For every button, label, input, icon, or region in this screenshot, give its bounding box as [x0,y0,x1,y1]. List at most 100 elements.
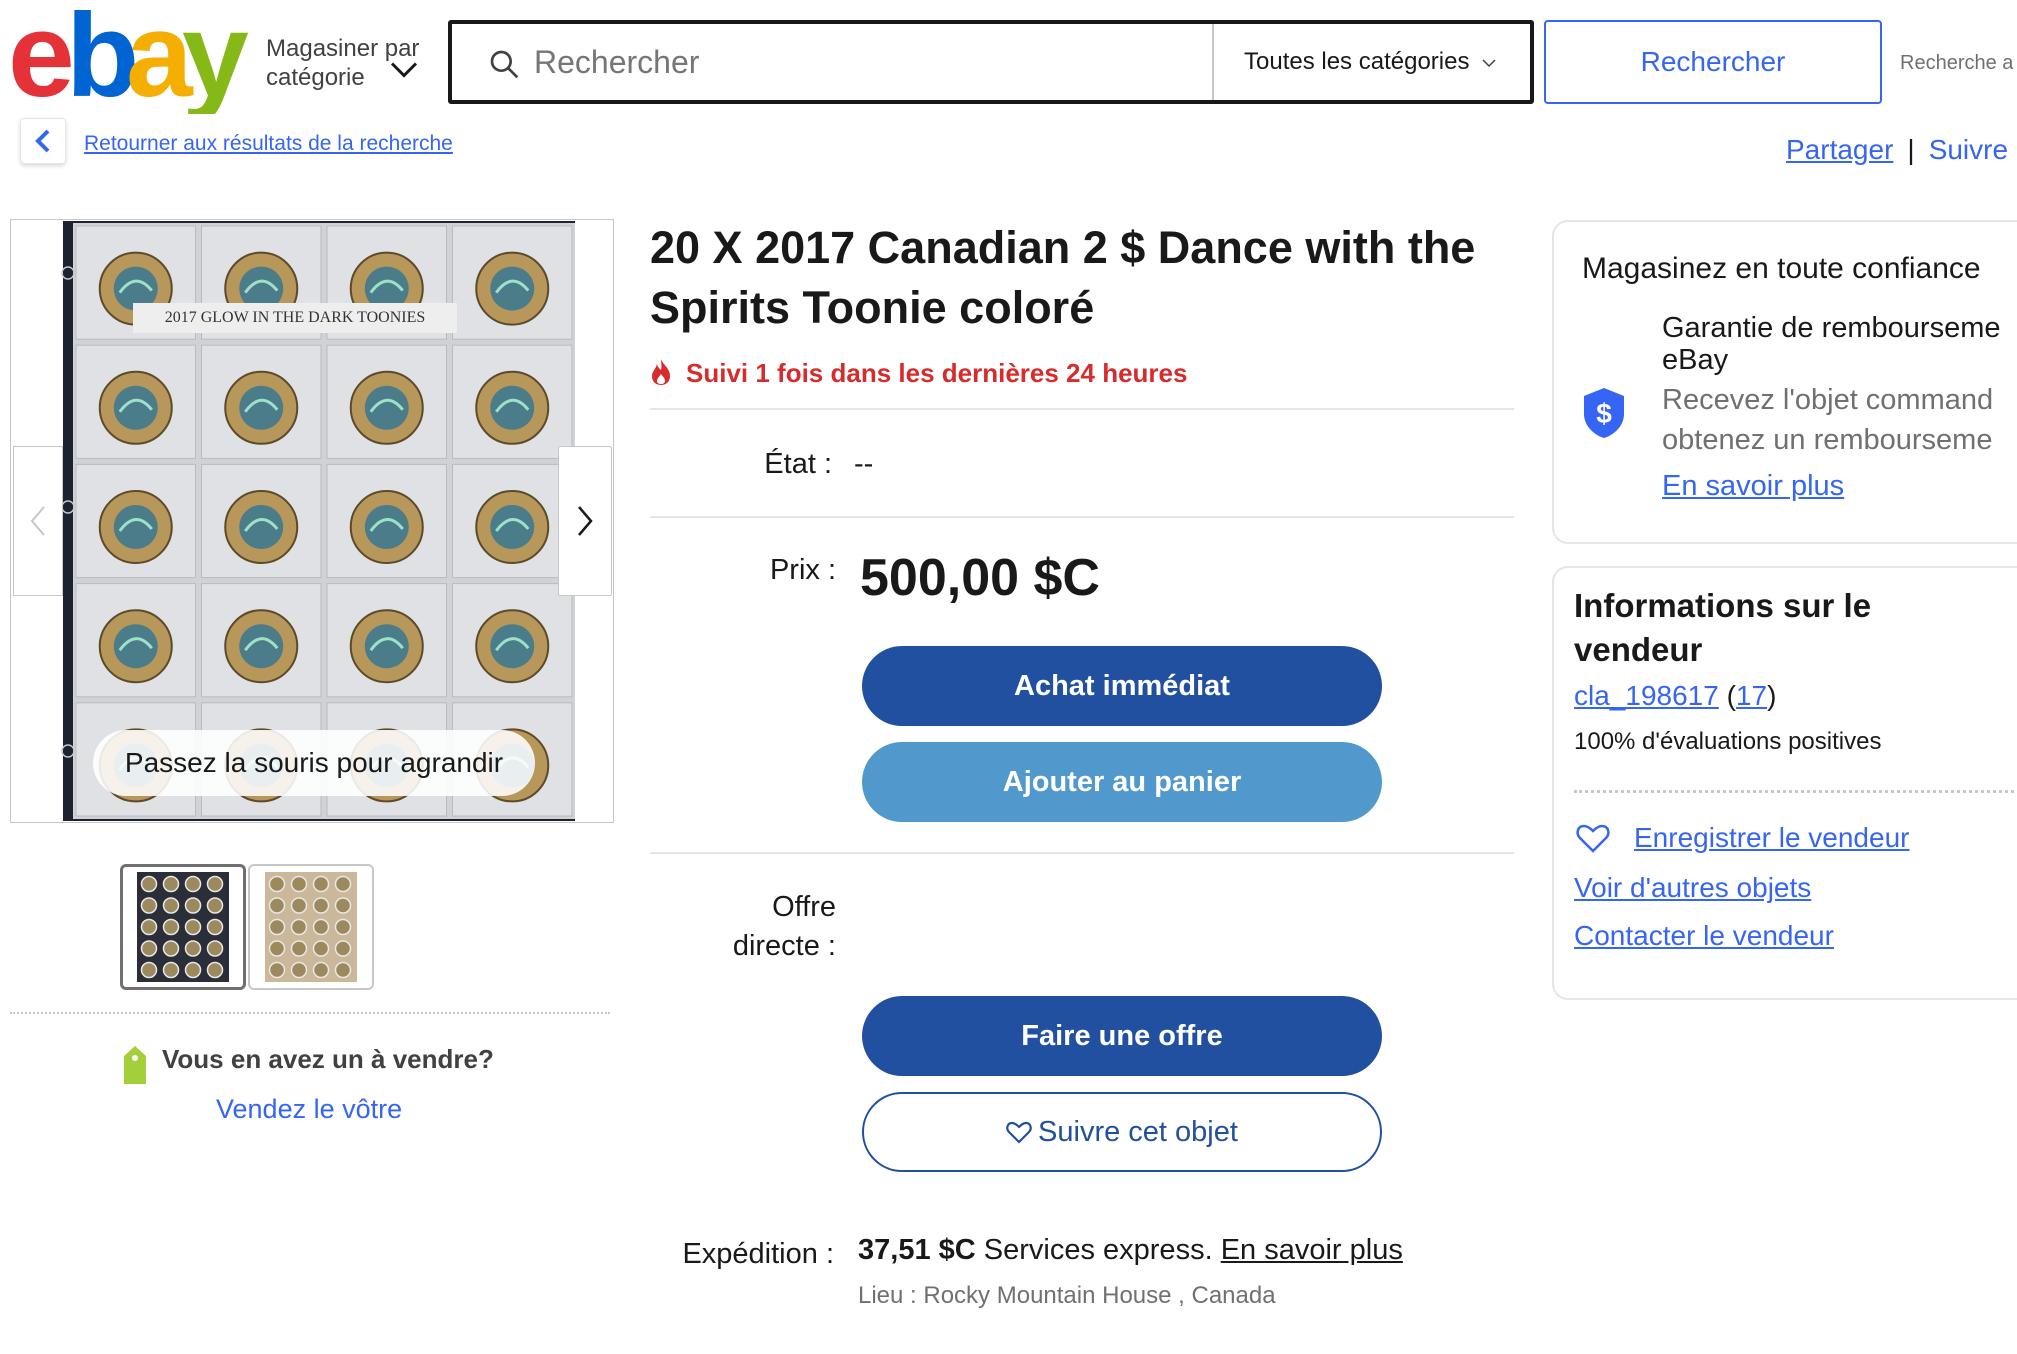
share-follow-row: Partager | Suivre [1786,134,2008,166]
watch-count-note: Suivi 1 fois dans les dernières 24 heure… [686,358,1188,388]
divider [650,516,1514,518]
see-other-items-link[interactable]: Voir d'autres objets [1574,872,1811,904]
make-offer-button[interactable]: Faire une offre [862,996,1382,1076]
advanced-search-link[interactable]: Recherche a [1900,52,2013,75]
binder-holes [61,266,75,758]
back-button[interactable] [20,118,66,164]
next-image-button[interactable] [558,446,612,596]
svg-text:$: $ [1596,398,1612,429]
confidence-title: Magasinez en toute confiance [1582,252,1981,285]
thumbnail-image [265,872,357,982]
buy-now-button[interactable]: Achat immédiat [862,646,1382,726]
previous-image-button[interactable] [13,446,63,596]
thumbnail-coin [334,897,352,914]
divider [650,852,1514,854]
chevron-down-icon [1482,59,1496,68]
thumbnail-coin [290,961,308,979]
sell-yours-link[interactable]: Vendez le vôtre [216,1094,402,1125]
shipping-label: Expédition : [682,1238,834,1270]
category-select[interactable]: Toutes les catégories [1212,24,1534,100]
thumbnail-coin [140,961,158,979]
guarantee-learn-more-link[interactable]: En savoir plus [1662,470,1844,503]
thumbnail-coin [268,918,286,936]
search-icon [490,50,519,79]
thumbnail-coin [140,897,158,914]
thumbnail-coin [312,940,330,957]
thumbnail-coin [140,875,158,893]
chevron-right-icon [578,506,593,536]
search-button[interactable]: Rechercher [1544,20,1882,104]
listing-title: 20 X 2017 Canadian 2 $ Dance with the Sp… [650,222,1476,333]
thumbnail-coin [312,918,330,936]
search-bar: Toutes les catégories [448,20,1534,104]
chevron-left-icon [30,506,45,536]
thumbnail-coin [206,961,224,979]
shipping-info: 37,51 $C Services express. En savoir plu… [858,1234,1403,1267]
zoom-hint: Passez la souris pour agrandir [93,730,535,796]
thumbnail-coin [312,875,330,893]
heart-icon[interactable] [1576,822,1610,854]
shop-by-category[interactable]: Magasiner par catégorie [266,34,436,92]
thumbnail-coin [268,897,286,914]
logo-letter-e: e [8,10,71,114]
thumbnail-coin [162,897,180,914]
shipping-service: Services express. [983,1234,1213,1266]
thumbnail-1[interactable] [120,864,246,990]
search-input[interactable] [534,38,1134,86]
thumbnail-coin [312,897,330,914]
thumbnail-coin [290,875,308,893]
thumbnail-coin [206,940,224,957]
sell-one-title: Vous en avez un à vendre? [162,1044,494,1074]
thumbnail-coin [162,961,180,979]
thumbnail-coin [206,918,224,936]
main-product-image[interactable]: 2017 GLOW IN THE DARK TOONIES Passez la … [10,219,614,823]
thumbnail-coin [290,897,308,914]
feedback-paren: ) [1767,680,1777,711]
price-label: Prix : [769,554,836,586]
thumbnail-coin [268,961,286,979]
chevron-down-icon [390,62,418,78]
price-tag-icon [124,1046,146,1084]
thumbnail-coin [140,940,158,957]
condition-label: État : [764,448,832,480]
save-seller-link[interactable]: Enregistrer le vendeur [1634,822,1909,854]
watch-item-label: Suivre cet objet [1038,1115,1238,1148]
thumbnail-coin [290,918,308,936]
shipping-price: 37,51 $C [858,1234,976,1266]
seller-info-heading: Informations sur le vendeur [1574,587,1872,668]
thumbnail-coin [334,940,352,957]
money-back-shield-icon: $ [1584,388,1624,438]
shipping-learn-more-link[interactable]: En savoir plus [1221,1234,1403,1266]
feedback-count-link[interactable]: 17 [1736,680,1767,711]
gallery-divider [10,1012,610,1014]
logo-letter-y: y [182,10,248,114]
thumbnail-coin [140,918,158,936]
share-link[interactable]: Partager [1786,134,1893,165]
divider [650,408,1514,410]
thumbnail-coin [206,875,224,893]
thumbnail-coin [184,918,202,936]
watch-item-button[interactable]: Suivre cet objet [862,1092,1382,1172]
ebay-logo[interactable]: e b a y [8,10,248,114]
thumbnail-coin [334,875,352,893]
back-to-results-link[interactable]: Retourner aux résultats de la recherche [84,132,453,156]
thumbnail-2[interactable] [248,864,374,990]
thumbnail-image [137,872,229,982]
follow-link[interactable]: Suivre [1929,134,2008,165]
thumbnail-coin [290,940,308,957]
thumbnail-coin [334,918,352,936]
share-separator: | [1907,134,1915,165]
thumbnail-coin [312,961,330,979]
thumbnail-coin [206,897,224,914]
thumbnail-coin [184,961,202,979]
thumbnail-coin [184,940,202,957]
thumbnail-coin [162,875,180,893]
contact-seller-link[interactable]: Contacter le vendeur [1574,920,1834,952]
guarantee-desc-line1: Recevez l'objet command [1662,384,1994,416]
add-to-cart-button[interactable]: Ajouter au panier [862,742,1382,822]
seller-name-link[interactable]: cla_198617 [1574,680,1719,711]
thumbnail-coin [268,875,286,893]
thumbnail-coin [184,897,202,914]
best-offer-label: Offre directe : [660,888,836,966]
guarantee-title-line1: Garantie de rembourseme [1662,312,2001,344]
